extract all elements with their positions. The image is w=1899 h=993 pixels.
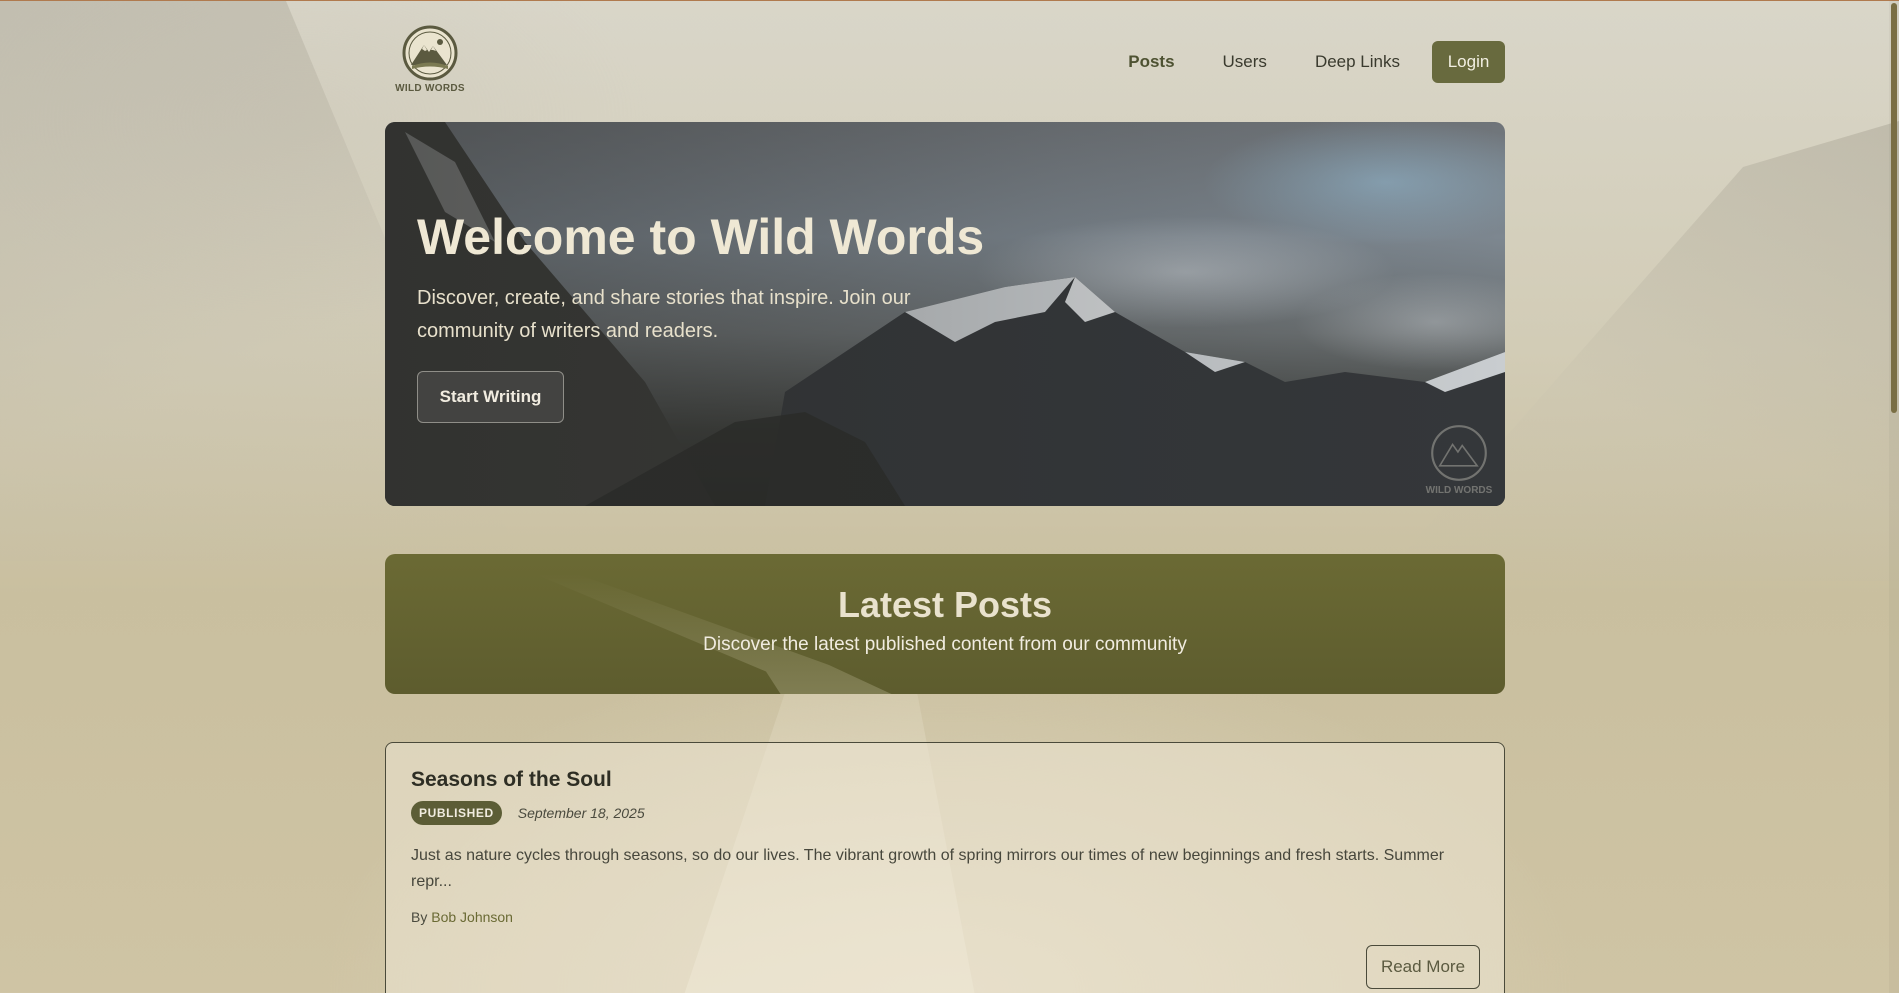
read-more-button[interactable]: Read More xyxy=(1366,945,1480,989)
latest-posts-title: Latest Posts xyxy=(837,584,1053,625)
post-date: September 18, 2025 xyxy=(517,805,645,821)
logo-text: WILD WORDS xyxy=(395,83,465,94)
latest-posts-banner: Latest Posts Discover the latest publish… xyxy=(385,554,1505,694)
author-link[interactable]: Bob Johnson xyxy=(431,909,513,925)
mountain-logo-icon xyxy=(402,25,458,81)
nav-link-posts[interactable]: Posts xyxy=(1128,52,1174,72)
main-nav: Posts Users Deep Links Login xyxy=(1128,41,1505,83)
latest-posts-subtitle: Discover the latest published content fr… xyxy=(703,634,1187,655)
site-header: WILD WORDS Posts Users Deep Links Login xyxy=(385,1,1505,111)
login-button[interactable]: Login xyxy=(1432,41,1505,83)
author-prefix: By xyxy=(411,909,432,925)
nav-link-deep-links[interactable]: Deep Links xyxy=(1315,52,1400,72)
scrollbar-thumb[interactable] xyxy=(1891,3,1897,413)
hero-watermark: WILD WORDS xyxy=(1421,423,1497,496)
site-logo[interactable]: WILD WORDS xyxy=(393,25,467,97)
hero-subtitle: Discover, create, and share stories that… xyxy=(417,287,911,342)
watermark-logo-icon xyxy=(1431,425,1487,481)
post-meta: PUBLISHED September 18, 2025 xyxy=(411,801,645,825)
hero-banner: Welcome to Wild Words Discover, create, … xyxy=(385,122,1505,506)
post-title[interactable]: Seasons of the Soul xyxy=(411,768,612,792)
hero-title: Welcome to Wild Words xyxy=(417,209,985,265)
status-badge: PUBLISHED xyxy=(411,801,502,825)
post-excerpt: Just as nature cycles through seasons, s… xyxy=(411,847,1445,890)
watermark-text: WILD WORDS xyxy=(1425,485,1493,496)
start-writing-button[interactable]: Start Writing xyxy=(417,371,564,423)
page-container: WILD WORDS Posts Users Deep Links Login … xyxy=(385,1,1505,993)
nav-link-users[interactable]: Users xyxy=(1223,52,1267,72)
page-scrollbar[interactable] xyxy=(1889,1,1899,993)
post-card: Seasons of the Soul PUBLISHED September … xyxy=(385,742,1505,993)
post-author-line: By Bob Johnson xyxy=(411,909,513,925)
